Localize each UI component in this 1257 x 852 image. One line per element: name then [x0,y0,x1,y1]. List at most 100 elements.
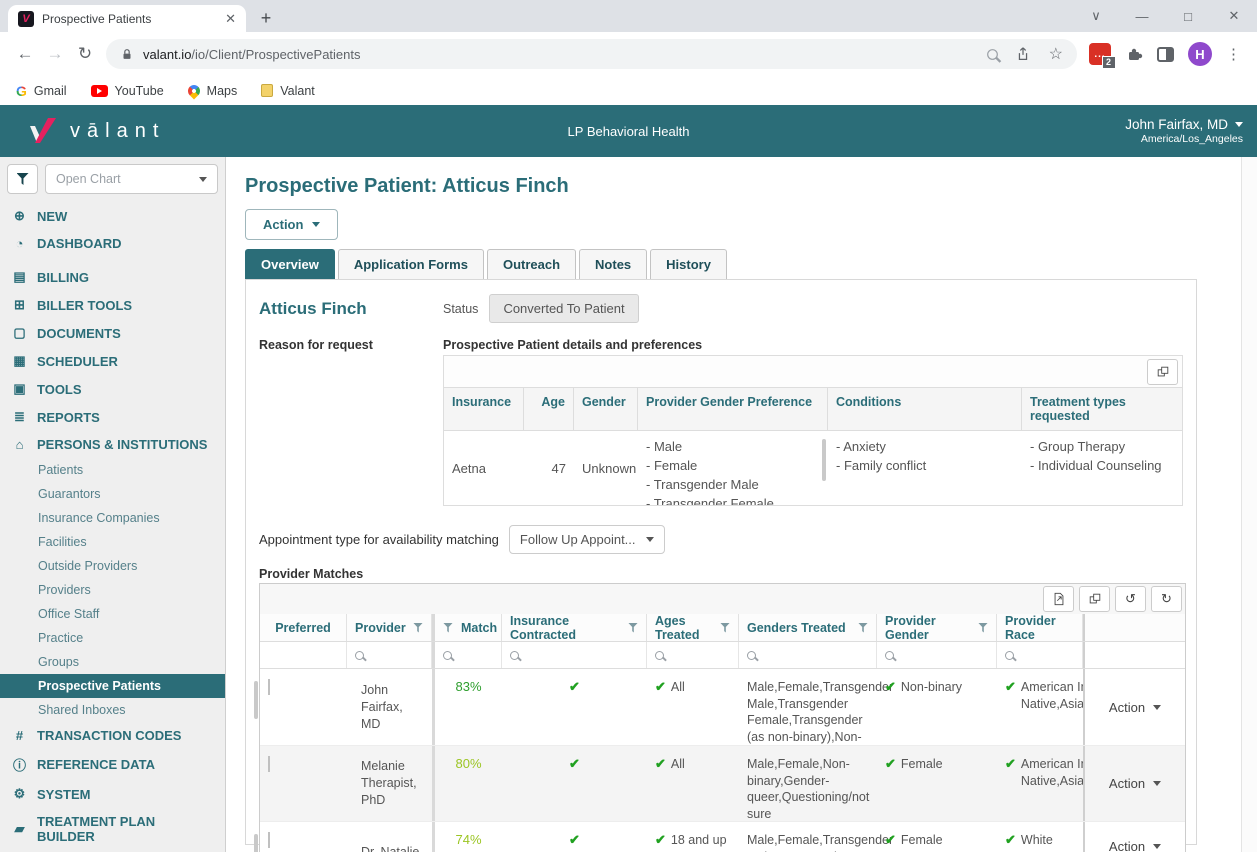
col-genders-treated[interactable]: Genders Treated [739,614,877,641]
col-insurance-contracted[interactable]: Insurance Contracted [502,614,647,641]
sidebar-item-patients[interactable]: Patients [0,458,225,482]
filter-provider-input[interactable] [347,642,432,668]
filter-match-input[interactable] [435,642,502,668]
insurance-contracted-cell: ✔ [502,669,647,745]
reload-icon[interactable]: ↻ [70,44,100,64]
undo-button[interactable]: ↺ [1115,586,1146,612]
sidebar-item-prospective-patients[interactable]: Prospective Patients [0,674,225,698]
chart-filter-button[interactable] [7,164,38,194]
window-chevron-icon[interactable]: ∨ [1073,8,1119,24]
row-action-button[interactable]: Action [1085,669,1185,745]
sidebar-item-new[interactable]: ⊕NEW [0,202,225,230]
sidebar-item-insurance-companies[interactable]: Insurance Companies [0,506,225,530]
col-treatment-types[interactable]: Treatment types requested [1022,388,1182,430]
zoom-icon[interactable] [987,49,998,60]
sidebar-item-billing[interactable]: ▤BILLING [0,263,225,291]
filter-insurance-input[interactable] [502,642,647,668]
col-preferred[interactable]: Preferred [260,614,347,641]
side-panel-icon[interactable] [1157,47,1174,62]
sidebar-item-reference-data[interactable]: ⓘREFERENCE DATA [0,749,225,780]
sidebar-item-documents[interactable]: ▢DOCUMENTS [0,319,225,347]
sidebar-label: NEW [37,209,67,224]
sidebar-item-transaction-codes[interactable]: #TRANSACTION CODES [0,722,225,749]
col-provider[interactable]: Provider [347,614,432,641]
window-minimize-icon[interactable]: — [1119,9,1165,24]
col-insurance[interactable]: Insurance [444,388,524,430]
tab-application-forms[interactable]: Application Forms [338,249,484,279]
url-bar[interactable]: valant.io/io/Client/ProspectivePatients … [106,39,1077,69]
window-maximize-icon[interactable]: □ [1165,9,1211,24]
provider-race-value: White [1021,832,1053,849]
sidebar-item-guarantors[interactable]: Guarantors [0,482,225,506]
tab-overview[interactable]: Overview [245,249,335,279]
user-menu[interactable]: John Fairfax, MD America/Los_Angeles [1125,117,1243,145]
cell-scrollbar[interactable] [822,439,826,481]
filter-funnel-icon[interactable] [628,623,638,633]
browser-menu-icon[interactable]: ⋮ [1226,45,1241,63]
column-chooser-button[interactable] [1147,359,1178,385]
sidebar-item-facilities[interactable]: Facilities [0,530,225,554]
filter-funnel-icon[interactable] [858,623,868,633]
tab-history[interactable]: History [650,249,727,279]
filter-funnel-icon[interactable] [443,623,453,633]
sidebar-item-outside-providers[interactable]: Outside Providers [0,554,225,578]
row-action-button[interactable]: Action [1085,822,1185,852]
new-tab-button[interactable]: + [252,4,280,32]
sidebar-item-treatment-plan-builder[interactable]: ▰TREATMENT PLAN BUILDER [0,808,225,850]
bookmark-star-icon[interactable]: ☆ [1049,44,1063,64]
sidebar-item-persons-institutions[interactable]: ⌂PERSONS & INSTITUTIONS [0,431,225,458]
back-icon[interactable]: ← [10,44,40,64]
col-provider-gender[interactable]: Provider Gender [877,614,997,641]
password-extension-icon[interactable]: ...2 [1089,43,1111,65]
refresh-grid-button[interactable]: ↻ [1151,586,1182,612]
browser-tab[interactable]: V Prospective Patients ✕ [8,5,246,32]
bookmark-maps[interactable]: Maps [188,84,238,98]
bookmark-gmail[interactable]: G Gmail [16,83,67,99]
sidebar-item-scheduler[interactable]: ▦SCHEDULER [0,347,225,375]
tab-outreach[interactable]: Outreach [487,249,576,279]
col-provider-gender-preference[interactable]: Provider Gender Preference [638,388,828,430]
filter-ages-input[interactable] [647,642,739,668]
bookmark-valant[interactable]: Valant [261,84,315,98]
preferred-checkbox[interactable] [268,832,270,848]
appointment-type-select[interactable]: Follow Up Appoint... [509,525,665,554]
share-icon[interactable] [1015,46,1031,62]
extensions-puzzle-icon[interactable] [1125,45,1143,63]
row-action-button[interactable]: Action [1085,746,1185,821]
export-button[interactable] [1043,586,1074,612]
sidebar-item-tools[interactable]: ▣TOOLS [0,375,225,403]
preferred-checkbox[interactable] [268,679,270,695]
col-ages-treated[interactable]: Ages Treated [647,614,739,641]
bookmark-youtube[interactable]: YouTube [91,84,164,98]
window-close-icon[interactable]: ✕ [1211,8,1257,24]
col-gender[interactable]: Gender [574,388,638,430]
filter-provider-race-input[interactable] [997,642,1083,668]
filter-provider-gender-input[interactable] [877,642,997,668]
col-age[interactable]: Age [524,388,574,430]
filter-genders-input[interactable] [739,642,877,668]
tab-notes[interactable]: Notes [579,249,647,279]
sidebar-item-practice[interactable]: Practice [0,626,225,650]
sidebar-item-biller-tools[interactable]: ⊞BILLER TOOLS [0,291,225,319]
action-button[interactable]: Action [245,209,338,240]
col-provider-race[interactable]: Provider Race [997,614,1083,641]
col-conditions[interactable]: Conditions [828,388,1022,430]
profile-avatar[interactable]: H [1188,42,1212,66]
sidebar-item-office-staff[interactable]: Office Staff [0,602,225,626]
page-scrollbar[interactable] [1241,157,1257,852]
sidebar-item-providers[interactable]: Providers [0,578,225,602]
tab-close-icon[interactable]: ✕ [225,11,236,27]
preferred-checkbox[interactable] [268,756,270,772]
filter-funnel-icon[interactable] [978,623,988,633]
filter-funnel-icon[interactable] [720,623,730,633]
column-chooser-button[interactable] [1079,586,1110,612]
sidebar-item-groups[interactable]: Groups [0,650,225,674]
sidebar-item-reports[interactable]: ≣REPORTS [0,403,225,431]
sidebar-item-dashboard[interactable]: ◔DASHBOARD [0,230,225,257]
filter-funnel-icon[interactable] [413,623,423,633]
forward-icon[interactable]: → [40,44,70,64]
col-match[interactable]: Match [435,614,502,641]
open-chart-select[interactable]: Open Chart [45,164,218,194]
sidebar-item-system[interactable]: ⚙SYSTEM [0,780,225,808]
sidebar-item-shared-inboxes[interactable]: Shared Inboxes [0,698,225,722]
